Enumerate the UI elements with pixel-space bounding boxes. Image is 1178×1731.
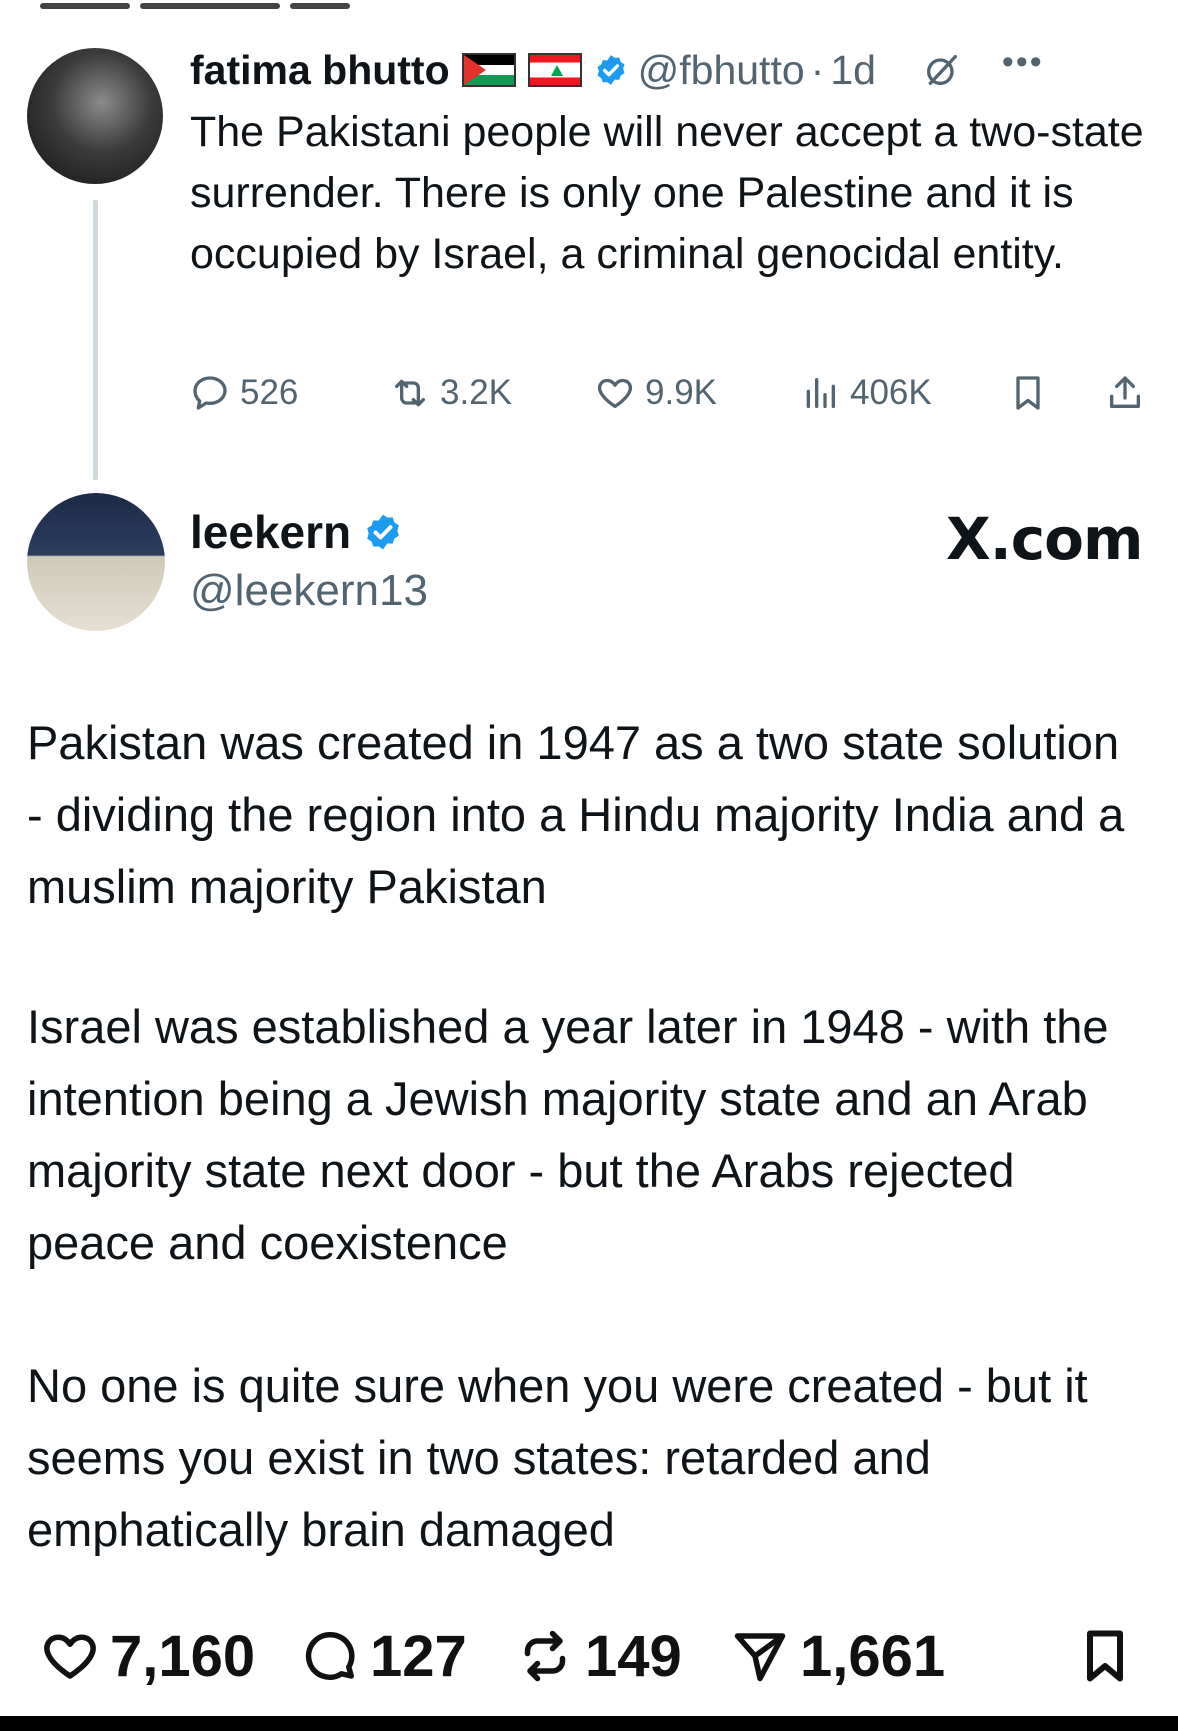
grok-icon[interactable] (922, 50, 962, 90)
reply-count: 127 (370, 1623, 467, 1689)
views-count: 406K (850, 373, 932, 412)
reply-author-handle[interactable]: @leekern13 (190, 566, 428, 616)
share-icon (1110, 376, 1140, 408)
like-button[interactable]: 7,160 (40, 1621, 255, 1691)
parent-tweet-text: The Pakistani people will never accept a… (190, 108, 1144, 278)
reply-paragraph-1: Pakistan was created in 1947 as a two st… (27, 716, 1125, 913)
send-icon (734, 1633, 786, 1682)
more-options-icon[interactable]: ••• (1002, 43, 1044, 82)
x-com-label: X.com (946, 505, 1143, 573)
fatima-bhutto-avatar[interactable] (27, 48, 163, 184)
heart-icon (597, 378, 633, 408)
reply-button[interactable]: 526 (190, 368, 298, 418)
reply-icon (193, 376, 227, 410)
like-count: 9.9K (645, 373, 717, 412)
reply-count: 526 (240, 373, 299, 412)
author-handle[interactable]: @fbhutto (638, 47, 805, 94)
tweet-time[interactable]: 1d (830, 47, 876, 94)
reply-button[interactable]: 127 (300, 1621, 467, 1691)
repost-button[interactable]: 3.2K (390, 368, 512, 418)
repost-count: 149 (585, 1623, 682, 1689)
verified-badge-icon (597, 55, 625, 85)
reply-author-name[interactable]: leekern (190, 505, 351, 559)
bookmark-button[interactable] (1008, 368, 1058, 418)
leekern-avatar[interactable] (27, 493, 165, 631)
reply-paragraph-2: Israel was established a year later in 1… (27, 1000, 1109, 1269)
bookmark-icon (1016, 376, 1040, 410)
bottom-edge-bar (0, 1716, 1178, 1731)
thread-connector-line (93, 200, 98, 480)
share-count: 1,661 (800, 1623, 946, 1689)
share-button[interactable] (1105, 368, 1155, 418)
like-count: 7,160 (110, 1623, 256, 1689)
cropped-previous-text (0, 0, 1178, 16)
verified-badge-icon (367, 514, 399, 550)
reply-paragraph-3: No one is quite sure when you were creat… (27, 1359, 1088, 1556)
repost-count: 3.2K (440, 373, 512, 412)
heart-icon (44, 1634, 96, 1679)
repost-icon (524, 1630, 566, 1682)
comment-bubble-icon (305, 1631, 355, 1680)
bookmark-icon (1087, 1630, 1123, 1682)
views-chart-icon (806, 378, 835, 408)
palestine-flag-icon (461, 53, 516, 87)
views-button[interactable]: 406K (800, 368, 932, 418)
reply-tweet-actions: 7,160 127 149 1,661 (40, 1621, 1140, 1691)
repost-icon (395, 379, 425, 407)
separator-dot: · (810, 46, 825, 93)
reply-author-row: leekern (190, 505, 413, 559)
repost-button[interactable]: 149 (515, 1621, 682, 1691)
parent-tweet-header: fatima bhutto @fbhutto · 1d ••• (190, 42, 1044, 98)
lebanon-flag-icon (527, 53, 582, 87)
author-name[interactable]: fatima bhutto (190, 47, 450, 94)
like-button[interactable]: 9.9K (595, 368, 717, 418)
share-button[interactable]: 1,661 (730, 1621, 945, 1691)
parent-tweet-actions: 526 3.2K 9.9K 406K (190, 368, 1150, 418)
bookmark-button[interactable] (1075, 1621, 1145, 1691)
